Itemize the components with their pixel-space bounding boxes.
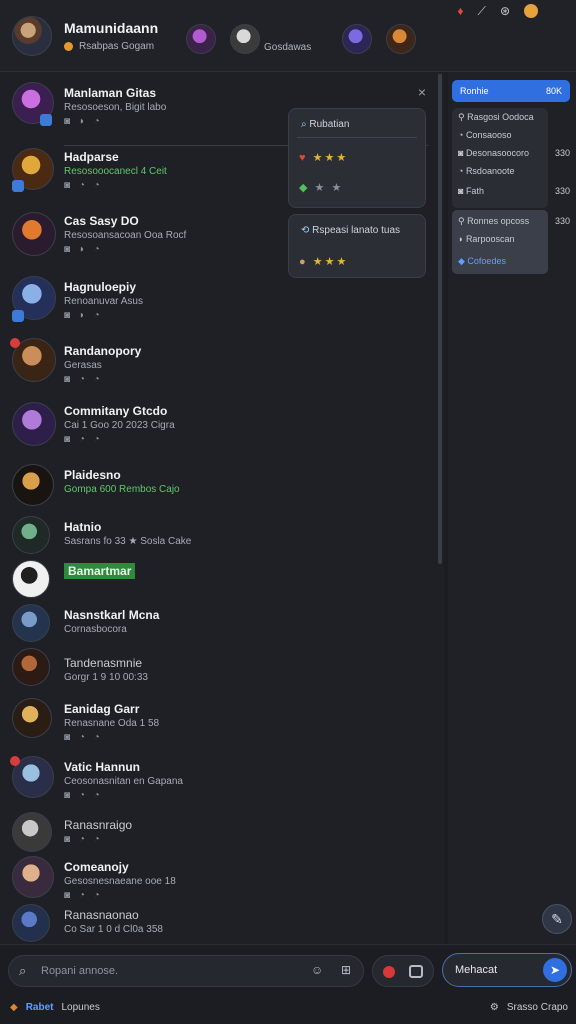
avatar: [12, 648, 50, 686]
list-item[interactable]: Comeanojy Gesosnesnaeane ooe 18 ◙ ◔ ◔: [0, 856, 440, 902]
app-icon: ◆: [10, 1002, 18, 1013]
list-item[interactable]: Ranasnaonao Co Sar 1 0 d Cl0a 358: [0, 904, 440, 944]
emoji-icon[interactable]: ☺: [311, 963, 323, 977]
list-item[interactable]: Eanidag Garr Renasnane Oda 1 58 ◙ ◔ ◔: [0, 698, 440, 744]
attach-icon[interactable]: ⊞: [341, 963, 351, 977]
list-item[interactable]: Plaidesno Gompa 600 Rembos Cajo: [0, 462, 440, 512]
send-icon[interactable]: ➤: [543, 958, 567, 982]
filter-button[interactable]: Ronhie 80K: [452, 80, 570, 102]
right-panel: Ronhie 80K ⚲ Rasgosi Oodoca ◔ Consaooso …: [448, 72, 576, 944]
panel-link[interactable]: ◆ Cofoedes: [458, 256, 506, 267]
avatar: [12, 516, 50, 554]
message-input[interactable]: Mehacat ➤: [442, 953, 572, 987]
panel-item[interactable]: ◙ Fath: [458, 186, 484, 196]
avatar: [12, 212, 56, 256]
panel-item[interactable]: ⚲ Ronnes opcoss: [458, 216, 529, 227]
gem-icon[interactable]: ♦: [457, 4, 463, 19]
avatar-icon: ●: [299, 256, 308, 268]
heart-icon: ♥: [299, 152, 308, 164]
avatar: [12, 698, 52, 738]
screen-icon[interactable]: [409, 965, 423, 978]
contact-avatar[interactable]: [386, 24, 416, 54]
gear-icon[interactable]: ⚙: [490, 1002, 499, 1013]
list-item[interactable]: Hatnio Sasrans fo 33 ★ Sosla Cake: [0, 514, 440, 558]
list-item[interactable]: Commitany Gtcdo Cai 1 Goo 20 2023 Cigra …: [0, 400, 440, 460]
search-icon: ⌕: [301, 119, 307, 130]
avatar: [12, 464, 54, 506]
suggestion-popup: ⟲ Rspeasi lanato tuas ● ★★★: [288, 214, 426, 278]
notification-badge: [10, 756, 20, 766]
status-badge: [40, 114, 52, 126]
panel-item[interactable]: ◙ Desonasoocoro: [458, 148, 529, 158]
list-item[interactable]: Randanopory Gerasas ◙ ◔ ◔: [0, 336, 440, 396]
composer-bar: ⌕ Ropani annose. ☺ ⊞ Mehacat ➤: [0, 944, 576, 994]
gem-icon: ◆: [299, 182, 310, 194]
status-badge: [12, 180, 24, 192]
avatar: [12, 904, 50, 942]
panel-item[interactable]: ◔ Rsdoanoote: [458, 166, 514, 176]
top-status-text: Gosdawas: [264, 42, 312, 53]
record-icon[interactable]: [383, 966, 395, 978]
list-item[interactable]: Nasnstkarl Mcna Cornasbocora: [0, 604, 440, 644]
settings-icon[interactable]: ⊛: [500, 4, 510, 19]
footer-bar: ◆ Rabet Lopunes ⚙ Srasso Crapo: [0, 994, 576, 1024]
conversation-list: × Manlaman Gitas Resosoeson, Bigit labo …: [0, 72, 444, 944]
footer-text: Lopunes: [61, 1002, 100, 1013]
status-badge: [12, 310, 24, 322]
contact-avatar[interactable]: [342, 24, 372, 54]
list-item[interactable]: Ranasnraigo ◙ ◔ ◔: [0, 812, 440, 858]
top-icons: ♦ ⟋ ⊛: [457, 4, 538, 19]
user-avatar[interactable]: [12, 16, 52, 56]
compose-button[interactable]: ✎: [542, 904, 572, 934]
contact-avatar[interactable]: [230, 24, 260, 54]
divider: [297, 137, 417, 138]
user-name: Mamunidaann: [64, 20, 159, 36]
link-icon[interactable]: ⟋: [478, 4, 486, 19]
panel-item[interactable]: ◔ Consaooso: [458, 130, 511, 140]
notification-badge: [10, 338, 20, 348]
footer-link[interactable]: Rabet: [26, 1002, 54, 1013]
status-dot-icon: [64, 42, 73, 51]
search-input[interactable]: ⌕ Ropani annose. ☺ ⊞: [8, 955, 364, 987]
media-tools: [372, 955, 434, 987]
panel-item[interactable]: ⚲ Rasgosi Oodoca: [458, 112, 534, 123]
avatar: [12, 812, 52, 852]
list-item[interactable]: Bamartmar: [0, 558, 440, 598]
avatar: [12, 402, 56, 446]
user-status: Rsabpas Gogam: [64, 41, 154, 52]
avatar: [12, 604, 50, 642]
search-icon: ⌕: [19, 963, 27, 978]
avatar: [12, 560, 50, 598]
link-icon: ⟲: [301, 225, 310, 236]
reactions-popup: ⌕ Rubatian ♥ ★★★ ◆ ★ ★: [288, 108, 426, 208]
list-item[interactable]: Vatic Hannun Ceosonasnitan en Gapana ◙ ◔…: [0, 756, 440, 802]
contact-avatar[interactable]: [186, 24, 216, 54]
list-item[interactable]: Hagnuloepiy Renoanuvar Asus ◙ ◗ ◔: [0, 274, 440, 334]
panel-item[interactable]: ◗ Rarpooscan: [458, 234, 514, 244]
list-item[interactable]: Tandenasmnie Gorgr 1 9 10 00:33: [0, 648, 440, 688]
avatar: [12, 856, 54, 898]
footer-status: Srasso Crapo: [506, 1002, 568, 1013]
top-bar: Mamunidaann Rsabpas Gogam Gosdawas ♦ ⟋ ⊛: [0, 0, 576, 72]
coin-icon[interactable]: [524, 4, 538, 18]
